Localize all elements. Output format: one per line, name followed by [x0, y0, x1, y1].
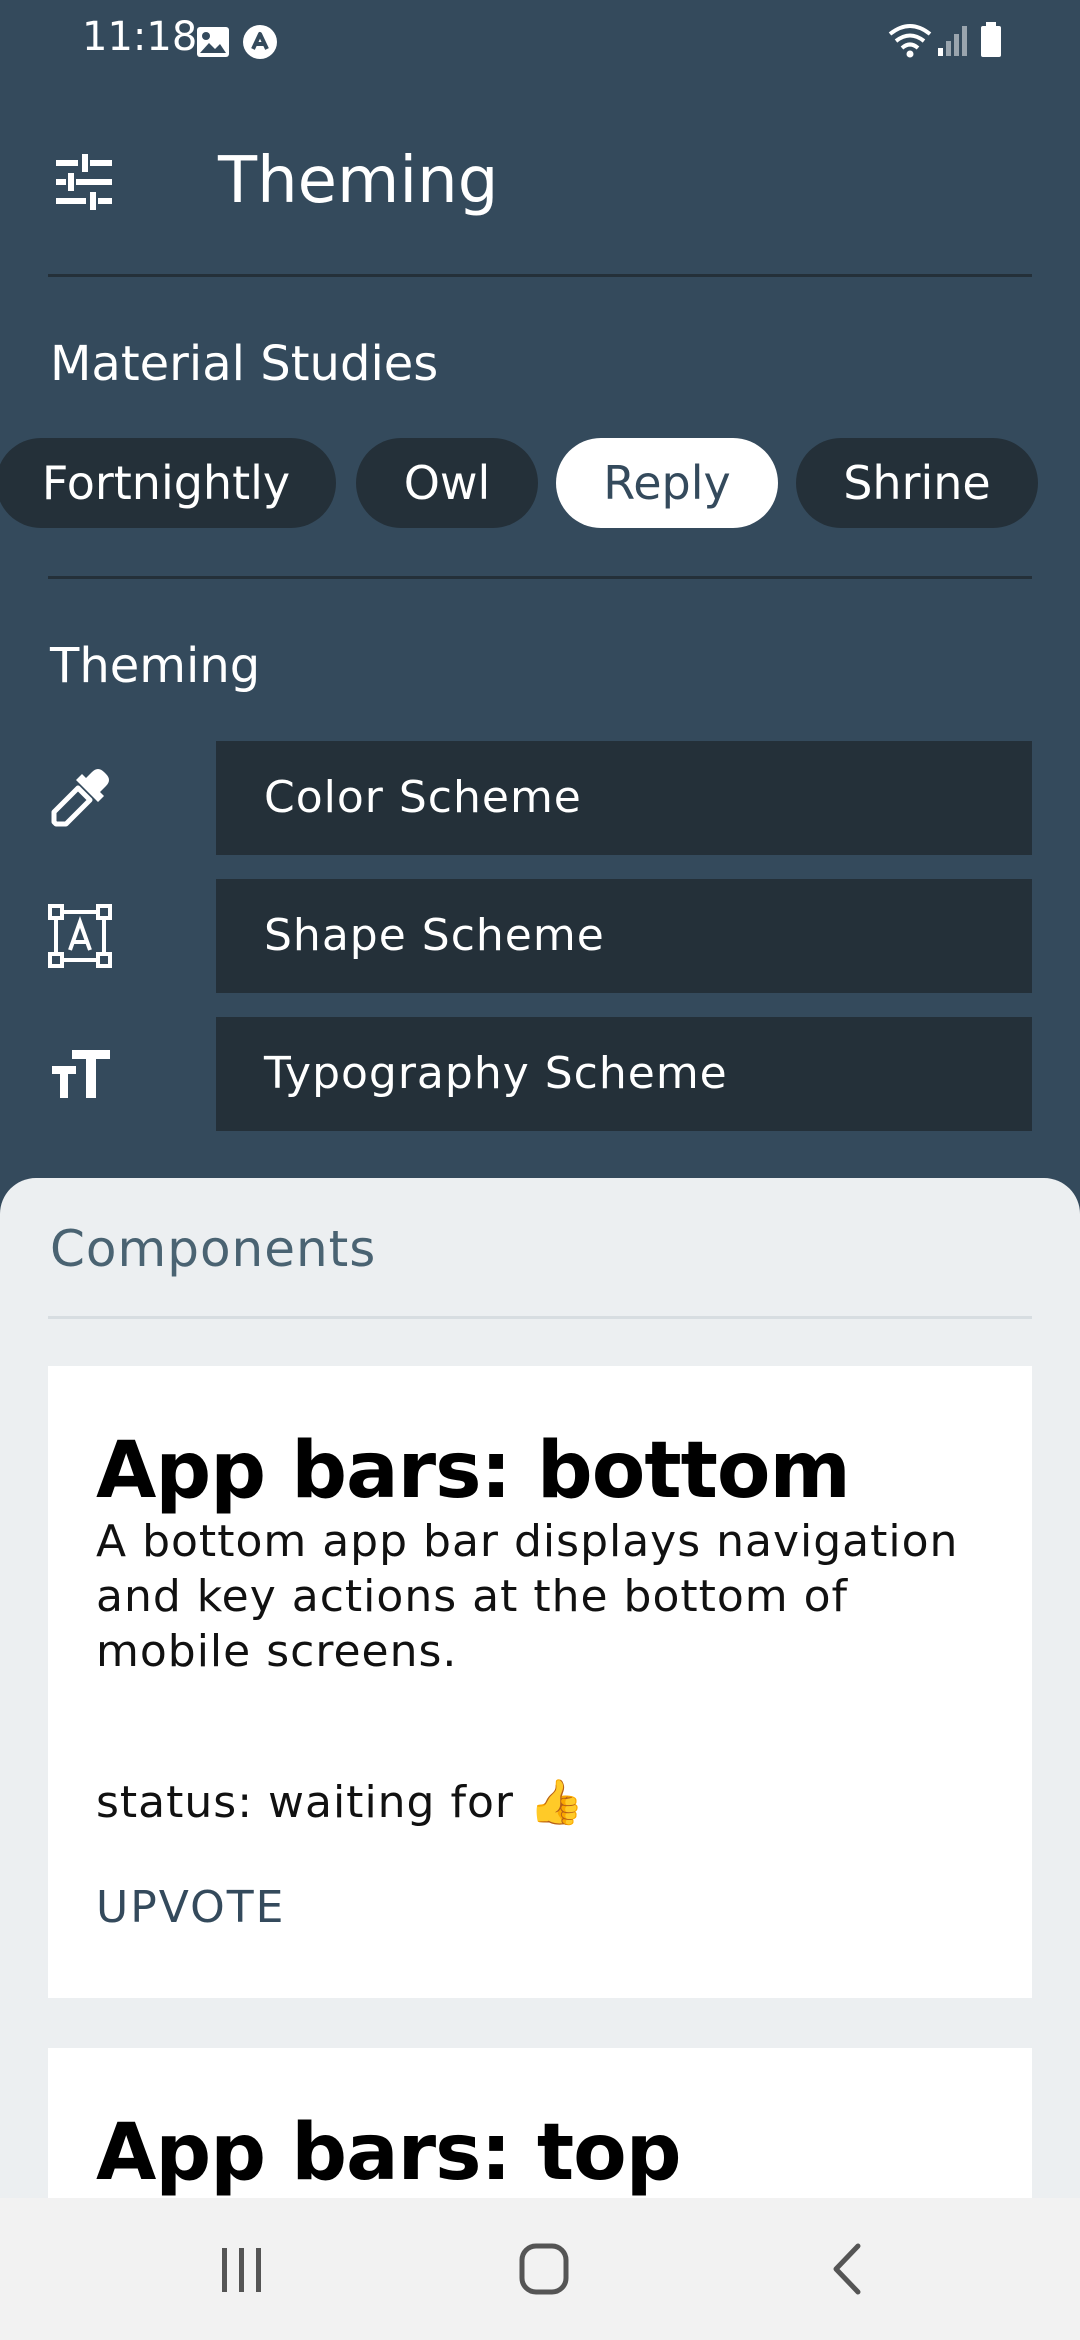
material-studies-chips: Fortnightly Owl Reply Shrine [0, 438, 1080, 530]
signal-icon [936, 24, 970, 60]
chip-owl[interactable]: Owl [356, 438, 538, 528]
tune-icon[interactable] [52, 150, 116, 214]
chip-shrine[interactable]: Shrine [796, 438, 1038, 528]
eyedropper-icon [48, 766, 112, 830]
chip-reply[interactable]: Reply [556, 438, 778, 528]
system-nav-bar [0, 2198, 1080, 2340]
typography-scheme-row[interactable]: Typography Scheme [0, 1017, 1080, 1131]
chip-fortnightly[interactable]: Fortnightly [0, 438, 336, 528]
card-title: App bars: bottom [96, 1426, 851, 1516]
gallery-icon [196, 26, 230, 62]
upvote-button[interactable]: UPVOTE [96, 1882, 285, 1933]
back-icon[interactable] [806, 2234, 886, 2304]
divider [48, 1316, 1032, 1319]
component-card[interactable]: App bars: top [48, 2048, 1032, 2198]
color-scheme-button[interactable]: Color Scheme [216, 741, 1032, 855]
status-time: 11:18 [82, 14, 198, 60]
material-studies-label: Material Studies [50, 336, 439, 392]
app-bar: Theming [0, 120, 1080, 240]
theming-panel: 11:18 Theming Material Studies Fortnight… [0, 0, 1080, 1240]
typography-scheme-button[interactable]: Typography Scheme [216, 1017, 1032, 1131]
components-sheet[interactable]: Components App bars: bottom A bottom app… [0, 1178, 1080, 2198]
theming-label: Theming [50, 638, 261, 694]
card-description: A bottom app bar displays navigation and… [96, 1516, 959, 1677]
recent-apps-icon[interactable] [202, 2234, 282, 2304]
home-icon[interactable] [504, 2234, 584, 2304]
status-bar: 11:18 [0, 0, 1080, 84]
divider [48, 274, 1032, 277]
color-scheme-row[interactable]: Color Scheme [0, 741, 1080, 855]
shape-scheme-button[interactable]: Shape Scheme [216, 879, 1032, 993]
text-size-icon [48, 1042, 112, 1106]
battery-icon [980, 22, 1002, 62]
card-title: App bars: top [96, 2108, 682, 2198]
components-label: Components [50, 1220, 377, 1278]
app-notification-icon [242, 24, 278, 64]
page-title: Theming [218, 144, 499, 218]
shape-icon [48, 904, 112, 968]
wifi-icon [888, 22, 932, 62]
divider [48, 576, 1032, 579]
screen: 11:18 Theming Material Studies Fortnight… [0, 0, 1080, 2340]
shape-scheme-row[interactable]: Shape Scheme [0, 879, 1080, 993]
component-card[interactable]: App bars: bottom A bottom app bar displa… [48, 1366, 1032, 1998]
card-status: status: waiting for 👍 [96, 1777, 585, 1828]
